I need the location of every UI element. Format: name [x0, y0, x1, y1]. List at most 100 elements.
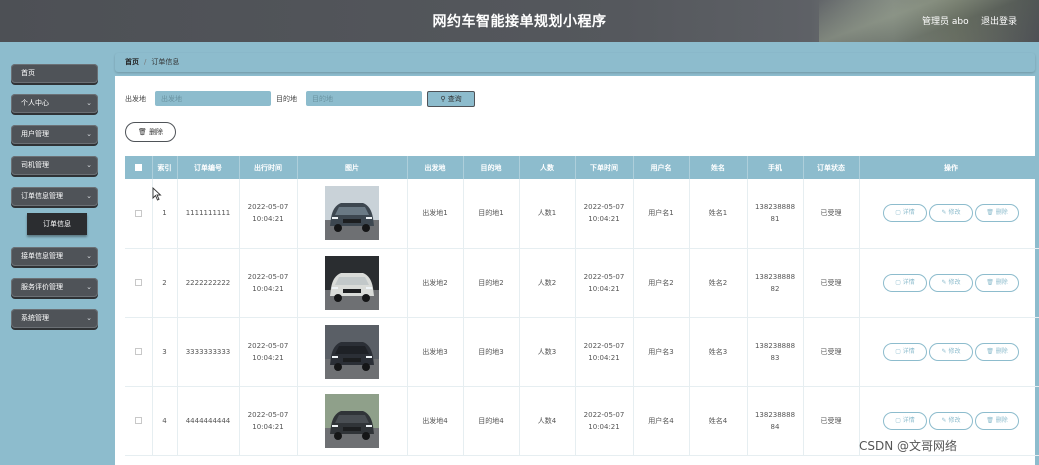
delete-label: 删除 — [995, 209, 1008, 217]
phone-text: 13823888882 — [754, 272, 796, 293]
cell-order-no: 2222222222 — [177, 248, 240, 318]
row-checkbox[interactable] — [134, 209, 142, 217]
delete-button[interactable]: 🗑 删除 — [975, 411, 1019, 430]
chevron-down-icon: ⌄ — [86, 192, 92, 200]
sidebar-item-system[interactable]: 系统管理 ⌄ — [11, 309, 98, 328]
main-content: 出发地 目的地 ⚲ 查询 🗑 删除 索引 订单编号 出行时间 图片 出发地 目的… — [115, 76, 1039, 465]
detail-icon: ▢ — [895, 209, 903, 217]
breadcrumb-current: 订单信息 — [151, 58, 180, 66]
logout-link[interactable]: 退出登录 — [981, 14, 1017, 27]
cell-order-time: 2022-05-07 10:04:21 — [575, 317, 634, 387]
trash-icon: 🗑 — [986, 347, 996, 355]
row-checkbox[interactable] — [134, 348, 142, 355]
edit-label: 修改 — [948, 209, 961, 217]
row-select-cell[interactable] — [125, 248, 153, 318]
cell-travel-time: 2022-05-07 10:04:21 — [239, 248, 298, 318]
detail-button[interactable]: ▢ 详情 — [883, 273, 927, 292]
cell-username: 用户名4 — [633, 386, 690, 456]
search-button-label: 查询 — [447, 95, 462, 103]
sidebar-item-label: 接单信息管理 — [21, 252, 63, 260]
edit-button[interactable]: ✎ 修改 — [929, 411, 973, 430]
current-user: 管理员 abo — [922, 17, 969, 27]
delete-button[interactable]: 🗑 删除 — [975, 342, 1019, 361]
sidebar-item-label: 个人中心 — [21, 99, 49, 107]
select-all-checkbox[interactable] — [134, 164, 142, 171]
edit-button[interactable]: ✎ 修改 — [929, 273, 973, 292]
cell-phone: 13823888882 — [747, 248, 804, 318]
edit-label: 修改 — [948, 347, 961, 355]
sidebar-item-home[interactable]: 首页 — [11, 64, 98, 83]
from-input[interactable] — [155, 91, 271, 106]
table-row[interactable]: 2 2222222222 2022-05-07 10:04:21 出发地2 目的地2 人数… — [125, 248, 1039, 318]
row-checkbox[interactable] — [134, 279, 142, 286]
breadcrumb: 首页 / 订单信息 — [115, 53, 1035, 72]
cell-order-no: 3333333333 — [177, 317, 240, 387]
sidebar-item-label: 订单信息管理 — [21, 192, 63, 200]
detail-label: 详情 — [902, 416, 915, 424]
cell-to: 目的地2 — [463, 248, 520, 318]
sidebar-item-reviews[interactable]: 服务评价管理 ⌄ — [11, 278, 98, 297]
cell-name: 姓名1 — [689, 179, 748, 249]
delete-button[interactable]: 🗑 删除 — [975, 204, 1019, 223]
breadcrumb-separator: / — [144, 58, 147, 66]
column-header: 出发地 — [407, 156, 464, 179]
cell-name: 姓名2 — [689, 248, 748, 318]
column-header: 下单时间 — [575, 156, 634, 179]
sidebar-item-users[interactable]: 用户管理 ⌄ — [11, 125, 98, 144]
delete-label: 删除 — [995, 278, 1008, 286]
breadcrumb-home[interactable]: 首页 — [125, 58, 139, 66]
column-header: 目的地 — [463, 156, 520, 179]
header-select-all[interactable] — [125, 156, 153, 179]
column-header: 手机 — [747, 156, 804, 179]
cell-people: 人数1 — [519, 179, 576, 249]
car-image — [325, 324, 379, 379]
row-checkbox[interactable] — [134, 417, 142, 424]
row-select-cell[interactable] — [125, 179, 153, 249]
table-row[interactable]: 1 1111111111 2022-05-07 10:04:21 出发地1 目的地1 人数… — [125, 179, 1039, 249]
batch-delete-button[interactable]: 🗑 删除 — [125, 122, 176, 142]
cell-order-time: 2022-05-07 10:04:21 — [575, 248, 634, 318]
phone-text: 13823888881 — [754, 203, 796, 224]
row-select-cell[interactable] — [125, 386, 153, 456]
edit-button[interactable]: ✎ 修改 — [929, 204, 973, 223]
cell-travel-time: 2022-05-07 10:04:21 — [239, 386, 298, 456]
cell-actions: ▢ 详情 ✎ 修改 🗑 删除 — [859, 179, 1039, 249]
chevron-down-icon: ⌄ — [86, 161, 92, 169]
sidebar-item-accept-orders[interactable]: 接单信息管理 ⌄ — [11, 247, 98, 266]
sidebar-item-orders[interactable]: 订单信息管理 ⌄ — [11, 187, 98, 206]
trash-icon: 🗑 — [986, 278, 996, 286]
sidebar-item-drivers[interactable]: 司机管理 ⌄ — [11, 156, 98, 175]
cell-order-no: 4444444444 — [177, 386, 240, 456]
sidebar-item-profile[interactable]: 个人中心 ⌄ — [11, 94, 98, 113]
delete-button[interactable]: 🗑 删除 — [975, 273, 1019, 292]
cell-travel-time: 2022-05-07 10:04:21 — [239, 179, 298, 249]
detail-label: 详情 — [902, 278, 915, 286]
trash-icon: 🗑 — [986, 209, 996, 217]
cell-order-time: 2022-05-07 10:04:21 — [575, 179, 634, 249]
delete-label: 删除 — [995, 416, 1008, 424]
sidebar-item-label: 系统管理 — [21, 314, 49, 322]
detail-icon: ▢ — [895, 278, 903, 286]
cell-username: 用户名2 — [633, 248, 690, 318]
detail-button[interactable]: ▢ 详情 — [883, 204, 927, 223]
chevron-down-icon: ⌄ — [86, 130, 92, 138]
table-row[interactable]: 3 3333333333 2022-05-07 10:04:21 出发地3 目的地3 人数… — [125, 317, 1039, 387]
to-input[interactable] — [306, 91, 422, 106]
sidebar-subitem-order-info[interactable]: 订单信息 — [27, 213, 87, 235]
cell-actions: ▢ 详情 ✎ 修改 🗑 删除 — [859, 317, 1039, 387]
cell-actions: ▢ 详情 ✎ 修改 🗑 删除 — [859, 248, 1039, 318]
watermark: CSDN @文哥网络 — [859, 439, 958, 453]
detail-button[interactable]: ▢ 详情 — [883, 411, 927, 430]
detail-button[interactable]: ▢ 详情 — [883, 342, 927, 361]
cell-index: 2 — [152, 248, 178, 318]
row-select-cell[interactable] — [125, 317, 153, 387]
search-button[interactable]: ⚲ 查询 — [427, 91, 475, 107]
search-icon: ⚲ — [440, 95, 446, 103]
cell-people: 人数4 — [519, 386, 576, 456]
batch-delete-label: 删除 — [149, 128, 164, 136]
column-header: 人数 — [519, 156, 576, 179]
column-header: 图片 — [297, 156, 408, 179]
cell-name: 姓名4 — [689, 386, 748, 456]
detail-icon: ▢ — [895, 347, 903, 355]
edit-button[interactable]: ✎ 修改 — [929, 342, 973, 361]
